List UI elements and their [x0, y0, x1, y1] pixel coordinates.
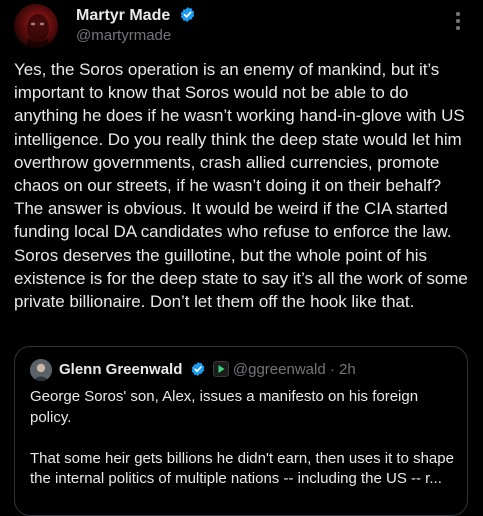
quoted-tweet-text: George Soros' son, Alex, issues a manife…: [30, 388, 454, 487]
more-options-icon[interactable]: [455, 12, 461, 34]
verified-badge-icon: [179, 6, 196, 29]
tweet-text: Yes, the Soros operation is an enemy of …: [14, 60, 468, 312]
quoted-author-avatar[interactable]: [30, 359, 52, 381]
quoted-timestamp[interactable]: 2h: [339, 361, 356, 378]
author-name-text[interactable]: Martyr Made: [76, 7, 170, 24]
quoted-tweet[interactable]: Glenn Greenwald @ggreenwald · 2h George …: [14, 346, 468, 516]
quoted-author-handle[interactable]: @ggreenwald: [233, 361, 326, 378]
quoted-tweet-header: Glenn Greenwald @ggreenwald · 2h: [59, 360, 356, 383]
verified-badge-icon: [190, 361, 206, 383]
tweet: Martyr Made @martyrmade Yes, the Soros o…: [0, 0, 483, 516]
author-handle[interactable]: @martyrmade: [76, 26, 171, 46]
meta-separator: ·: [325, 361, 340, 378]
author-avatar[interactable]: [14, 4, 58, 48]
affiliate-badge-icon: [212, 361, 229, 383]
quoted-author-name[interactable]: Glenn Greenwald: [59, 361, 182, 378]
